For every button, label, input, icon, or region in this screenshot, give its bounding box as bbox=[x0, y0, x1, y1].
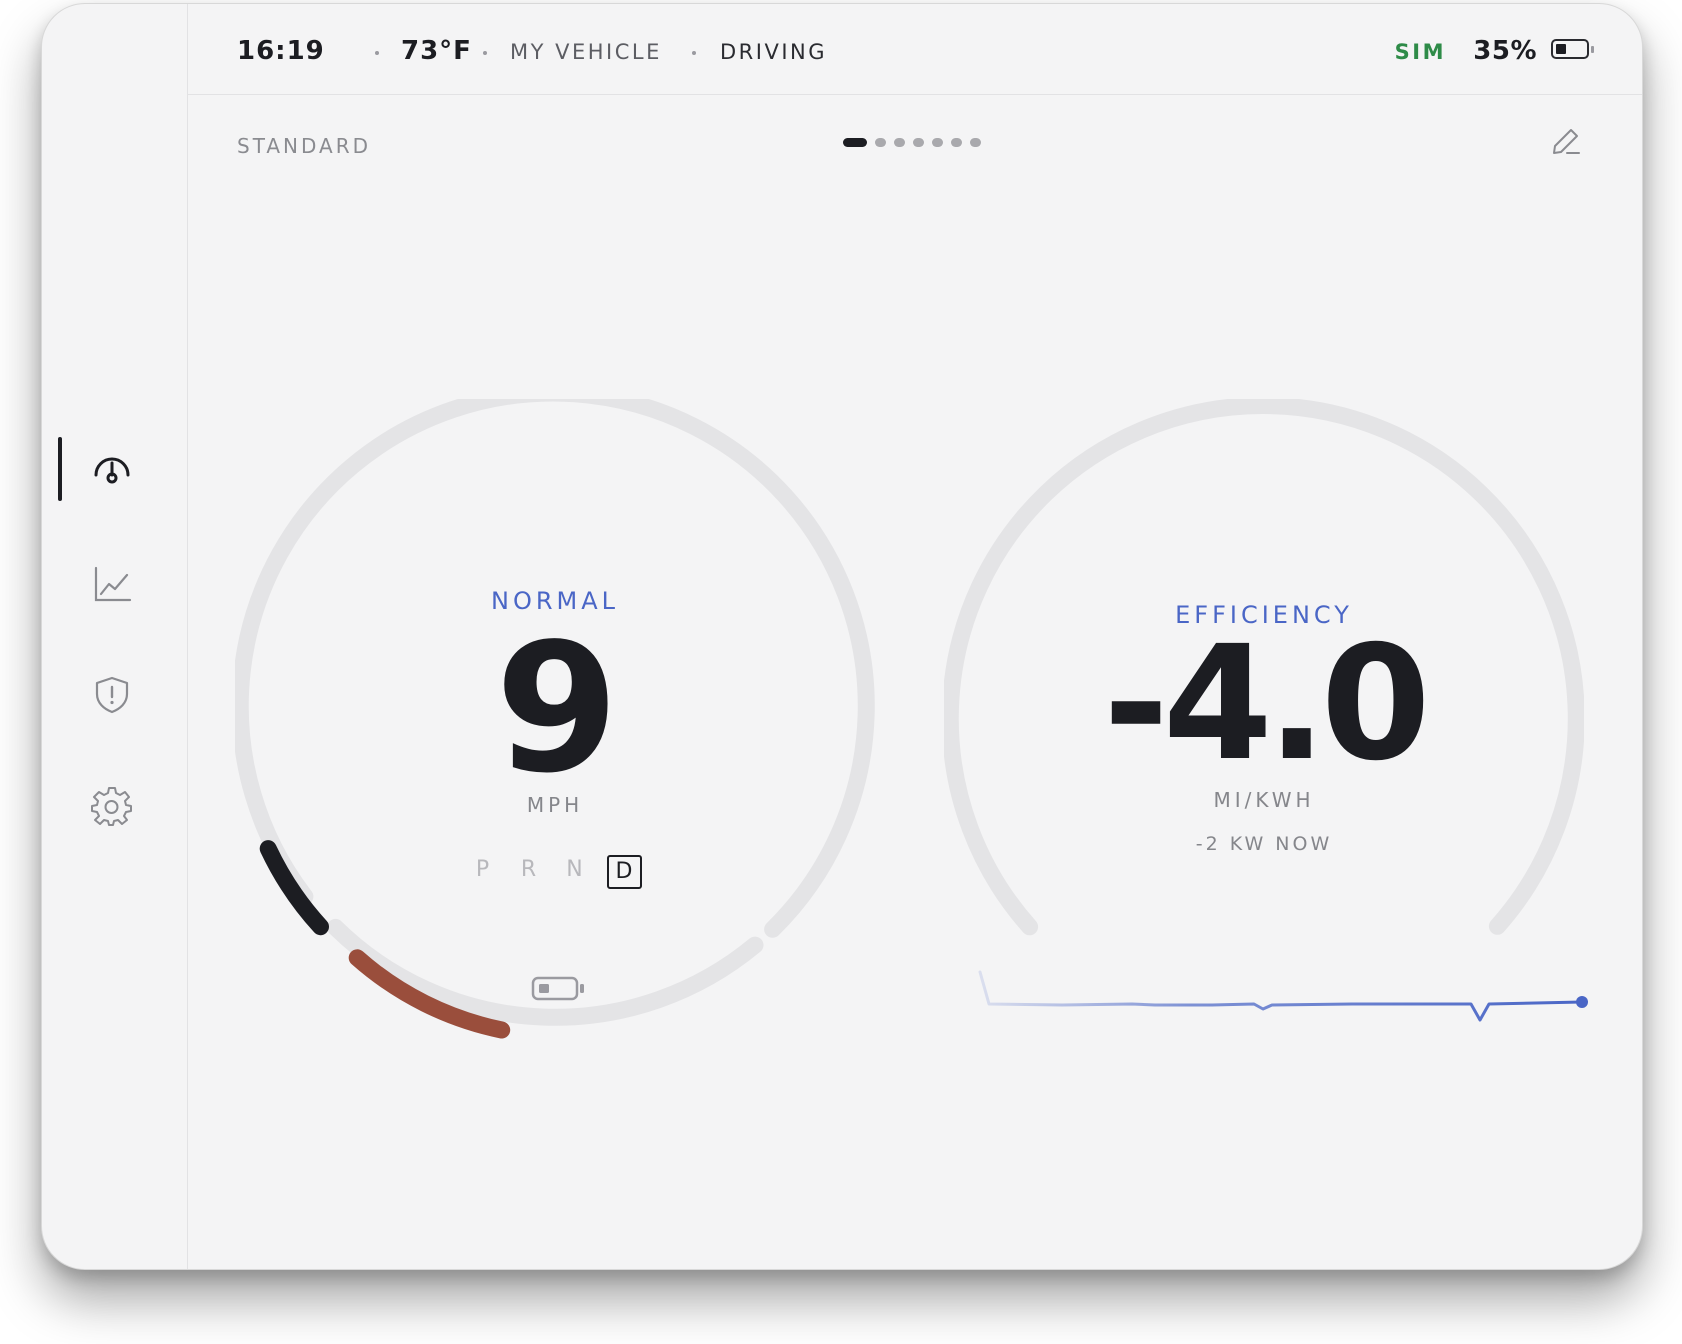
outside-temperature: 73°F bbox=[401, 36, 472, 66]
nav-active-indicator bbox=[58, 437, 62, 501]
separator-dot bbox=[483, 51, 487, 55]
sidebar bbox=[42, 4, 188, 1269]
battery-icon bbox=[1551, 39, 1594, 59]
shield-alert-icon bbox=[95, 676, 129, 714]
page-dot[interactable] bbox=[951, 138, 962, 147]
page-indicator[interactable] bbox=[843, 138, 981, 147]
page-dot[interactable] bbox=[970, 138, 981, 147]
gear-r: R bbox=[520, 857, 537, 882]
sidebar-item-gauges[interactable] bbox=[85, 442, 139, 496]
dashboard-window: 16:19 73°F MY VEHICLE DRIVING SIM 35% ST… bbox=[41, 3, 1643, 1270]
speed-gauge: NORMAL 9 MPH PRND bbox=[235, 399, 875, 1039]
edit-layout-button[interactable] bbox=[1548, 122, 1584, 158]
gear-icon bbox=[91, 787, 132, 826]
efficiency-unit: MI/KWH bbox=[1213, 788, 1315, 812]
battery-fill bbox=[1556, 44, 1566, 54]
separator-dot bbox=[375, 51, 379, 55]
sim-indicator[interactable]: SIM bbox=[1395, 40, 1446, 64]
page-dot[interactable] bbox=[913, 138, 924, 147]
vehicle-state: DRIVING bbox=[720, 40, 827, 64]
gear-d: D bbox=[606, 855, 642, 889]
power-now: -2 KW NOW bbox=[1195, 833, 1333, 855]
efficiency-sparkline bbox=[978, 970, 1588, 1022]
speed-value: 9 bbox=[495, 605, 619, 812]
page-dot[interactable] bbox=[875, 138, 886, 147]
efficiency-gauge: EFFICIENCY -4.0 MI/KWH -2 KW NOW bbox=[944, 399, 1584, 1039]
sparkline-path bbox=[978, 970, 1584, 1022]
page-dot[interactable] bbox=[932, 138, 943, 147]
layout-name: STANDARD bbox=[237, 134, 372, 158]
separator-dot bbox=[692, 51, 696, 55]
sidebar-item-settings[interactable] bbox=[85, 780, 139, 834]
sidebar-item-alerts[interactable] bbox=[85, 668, 139, 722]
clock: 16:19 bbox=[237, 36, 325, 66]
sparkline-current-point bbox=[1576, 996, 1588, 1008]
battery-nub bbox=[1591, 46, 1594, 53]
gauge-icon bbox=[94, 457, 130, 484]
page-dot[interactable] bbox=[843, 138, 867, 147]
gear-selector: P R ND bbox=[235, 855, 875, 889]
sidebar-item-charts[interactable] bbox=[85, 557, 139, 611]
gear-n: N bbox=[566, 857, 583, 882]
pencil-icon bbox=[1553, 129, 1580, 154]
speed-unit: MPH bbox=[526, 793, 584, 817]
battery-percent: 35% bbox=[1473, 36, 1537, 66]
vehicle-name[interactable]: MY VEHICLE bbox=[510, 40, 662, 64]
battery-icon bbox=[531, 976, 584, 1001]
page-dot[interactable] bbox=[894, 138, 905, 147]
efficiency-value: -4.0 bbox=[1103, 612, 1430, 796]
chart-icon bbox=[94, 566, 132, 602]
status-bar: 16:19 73°F MY VEHICLE DRIVING SIM 35% bbox=[187, 4, 1642, 95]
gear-p: P bbox=[475, 857, 490, 882]
